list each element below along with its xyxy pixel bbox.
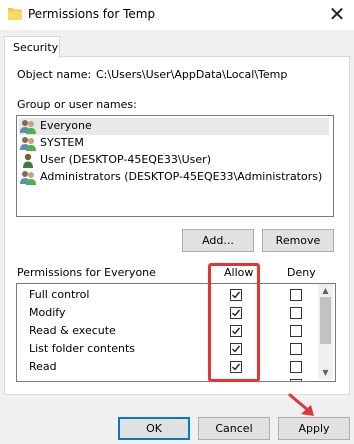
window-title: Permissions for Temp <box>28 7 156 21</box>
permissions-label: Permissions for Everyone <box>17 266 156 279</box>
permission-row-full-control: Full control <box>17 286 317 304</box>
scrollbar-thumb[interactable] <box>320 297 331 344</box>
list-item-everyone[interactable]: Everyone <box>19 118 329 135</box>
permission-row-read: Read <box>17 358 317 376</box>
list-item-label: Everyone <box>40 119 92 132</box>
permission-row-read-execute: Read & execute <box>17 322 317 340</box>
permission-name: List folder contents <box>29 342 135 355</box>
list-item-label: SYSTEM <box>40 136 84 149</box>
permission-row-list-folder: List folder contents <box>17 340 317 358</box>
permission-name: Read & execute <box>29 324 116 337</box>
list-item-label: User (DESKTOP-45EQE33\User) <box>40 153 211 166</box>
apply-button[interactable]: Apply <box>278 417 350 440</box>
cancel-button[interactable]: Cancel <box>198 417 270 440</box>
deny-next-checkbox[interactable] <box>290 379 302 381</box>
object-name-label: Object name: <box>17 68 92 81</box>
scroll-down-icon[interactable]: ▼ <box>318 368 333 377</box>
list-item-user[interactable]: User (DESKTOP-45EQE33\User) <box>19 152 329 169</box>
permission-name: Full control <box>29 288 90 301</box>
permissions-list: Full control Modify Read & execute List … <box>16 283 336 382</box>
users-group-icon <box>20 120 36 134</box>
deny-modify-checkbox[interactable] <box>290 307 302 319</box>
group-names-label: Group or user names: <box>17 98 137 111</box>
red-arrow-icon <box>288 393 314 416</box>
users-group-icon <box>20 171 36 185</box>
permission-row-modify: Modify <box>17 304 317 322</box>
object-name-value: C:\Users\User\AppData\Local\Temp <box>96 68 288 81</box>
scroll-up-icon[interactable]: ▲ <box>318 286 333 295</box>
permission-name: Modify <box>29 306 66 319</box>
add-button[interactable]: Add... <box>182 229 254 252</box>
users-group-icon <box>20 137 36 151</box>
permission-name: Read <box>29 360 57 373</box>
deny-full-control-checkbox[interactable] <box>290 289 302 301</box>
ok-button[interactable]: OK <box>118 417 190 440</box>
deny-header: Deny <box>287 266 316 279</box>
tab-security-label: Security <box>13 41 59 54</box>
list-item-administrators[interactable]: Administrators (DESKTOP-45EQE33\Administ… <box>19 169 329 186</box>
deny-read-checkbox[interactable] <box>290 361 302 373</box>
deny-read-execute-checkbox[interactable] <box>290 325 302 337</box>
list-item-system[interactable]: SYSTEM <box>19 135 329 152</box>
allow-column-highlight <box>208 263 260 382</box>
user-icon <box>23 153 33 168</box>
tab-security[interactable]: Security <box>4 36 60 58</box>
remove-button[interactable]: Remove <box>262 229 334 252</box>
group-user-list[interactable]: Everyone SYSTEM User (DESKTOP-45EQE33\Us… <box>16 115 334 217</box>
list-item-label: Administrators (DESKTOP-45EQE33\Administ… <box>40 170 323 183</box>
close-icon[interactable]: ✕ <box>324 2 350 26</box>
deny-list-folder-checkbox[interactable] <box>290 343 302 355</box>
folder-icon <box>8 8 22 20</box>
permission-row-partial <box>17 376 317 381</box>
